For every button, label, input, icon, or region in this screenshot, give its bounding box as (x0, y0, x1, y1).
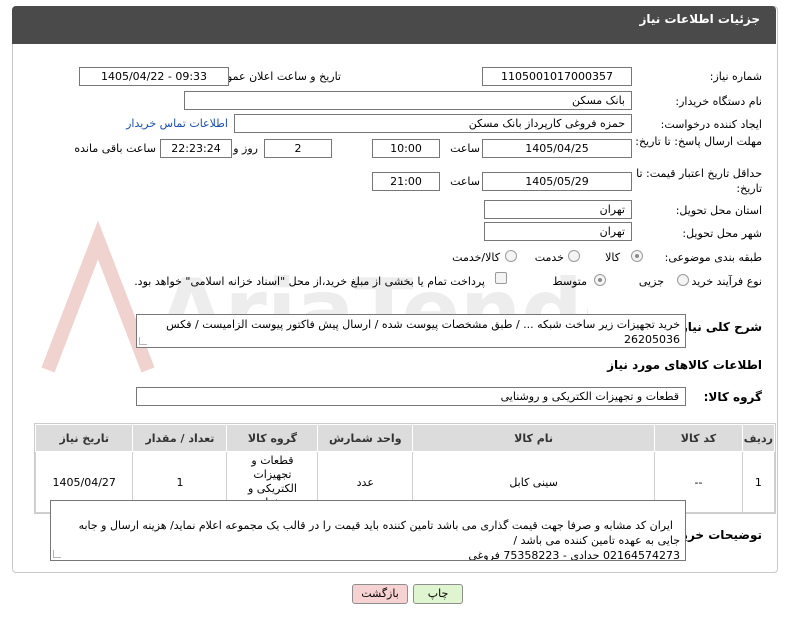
description-label: شرح کلی نیاز: (676, 320, 762, 334)
treasury-payment-checkbox[interactable] (495, 272, 507, 284)
description-textarea[interactable]: خرید تجهیزات زیر ساخت شبکه ... / طبق مشخ… (136, 314, 686, 348)
province-field: تهران (484, 200, 632, 219)
city-label: شهر محل تحویل: (682, 227, 762, 240)
cell-row: 1 (741, 451, 776, 513)
need-number-label: شماره نیاز: (709, 70, 762, 83)
goods-group-label: گروه کالا: (703, 390, 762, 404)
need-number-field: 1105001017000357 (482, 67, 632, 86)
reply-date-field: 1405/04/25 (482, 139, 632, 158)
goods-table-header-row: ردیف کد کالا نام کالا واحد شمارش گروه کا… (34, 424, 776, 452)
buyer-org-label: نام دستگاه خریدار: (675, 95, 762, 108)
reply-time-label: ساعت (450, 142, 480, 155)
announce-date-field: 1405/04/22 - 09:33 (79, 67, 229, 86)
category-option-goods: کالا (605, 251, 620, 264)
treasury-payment-note: پرداخت تمام یا بخشی از مبلغ خرید،از محل … (134, 275, 485, 288)
process-radio-minor[interactable] (677, 274, 689, 286)
process-radio-medium[interactable] (594, 274, 606, 286)
category-option-service: خدمت (534, 251, 564, 264)
goods-group-field: قطعات و تجهیزات الکتریکی و روشنایی (136, 387, 686, 406)
contact-info-link[interactable]: اطلاعات تماس خریدار (126, 117, 228, 130)
buyer-notes-text: ایران کد مشابه و صرفا جهت قیمت گذاری می … (78, 519, 680, 561)
price-time-field: 21:00 (372, 172, 440, 191)
category-radio-service[interactable] (568, 250, 580, 262)
remaining-time-field: 22:23:24 (160, 139, 232, 158)
category-option-goods-service: کالا/خدمت (452, 251, 500, 264)
col-header-code: کد کالا (654, 424, 743, 452)
goods-section-title: اطلاعات کالاهای مورد نیاز (607, 358, 762, 372)
description-text: خرید تجهیزات زیر ساخت شبکه ... / طبق مشخ… (166, 318, 680, 346)
back-button[interactable]: بازگشت (352, 584, 408, 604)
city-field: تهران (484, 222, 632, 241)
resize-grip[interactable] (53, 550, 61, 558)
col-header-date: تاریخ نیاز (34, 424, 134, 452)
reply-time-field: 10:00 (372, 139, 440, 158)
days-label: روز و (233, 142, 258, 155)
buyer-notes-textarea[interactable]: ایران کد مشابه و صرفا جهت قیمت گذاری می … (50, 500, 686, 561)
price-validity-label: حداقل تاریخ اعتبار قیمت: تا تاریخ: (636, 167, 762, 195)
col-header-unit: واحد شمارش (317, 424, 414, 452)
process-option-minor: جزیی (638, 275, 664, 288)
category-radio-goods[interactable] (631, 250, 643, 262)
price-time-label: ساعت (450, 175, 480, 188)
col-header-name: نام کالا (412, 424, 656, 452)
reply-deadline-label: مهلت ارسال پاسخ: تا تاریخ: (635, 135, 762, 148)
creator-field: حمزه فروغی کارپرداز بانک مسکن (234, 114, 632, 133)
category-label: طبقه بندی موضوعی: (664, 251, 762, 264)
col-header-row: ردیف (741, 424, 776, 452)
creator-label: ایجاد کننده درخواست: (660, 118, 762, 131)
price-date-field: 1405/05/29 (482, 172, 632, 191)
process-label: نوع فرآیند خرید : (684, 275, 762, 288)
col-header-group: گروه کالا (226, 424, 319, 452)
col-header-qty: تعداد / مقدار (132, 424, 228, 452)
process-option-medium: متوسط (552, 275, 587, 288)
days-field: 2 (264, 139, 332, 158)
buyer-org-field: بانک مسکن (184, 91, 632, 110)
print-button[interactable]: چاپ (413, 584, 463, 604)
page-title: جزئیات اطلاعات نیاز (639, 12, 760, 26)
resize-grip[interactable] (139, 337, 147, 345)
remaining-time-label: ساعت باقی مانده (74, 142, 156, 155)
province-label: استان محل تحویل: (675, 204, 762, 217)
category-radio-goods-service[interactable] (505, 250, 517, 262)
